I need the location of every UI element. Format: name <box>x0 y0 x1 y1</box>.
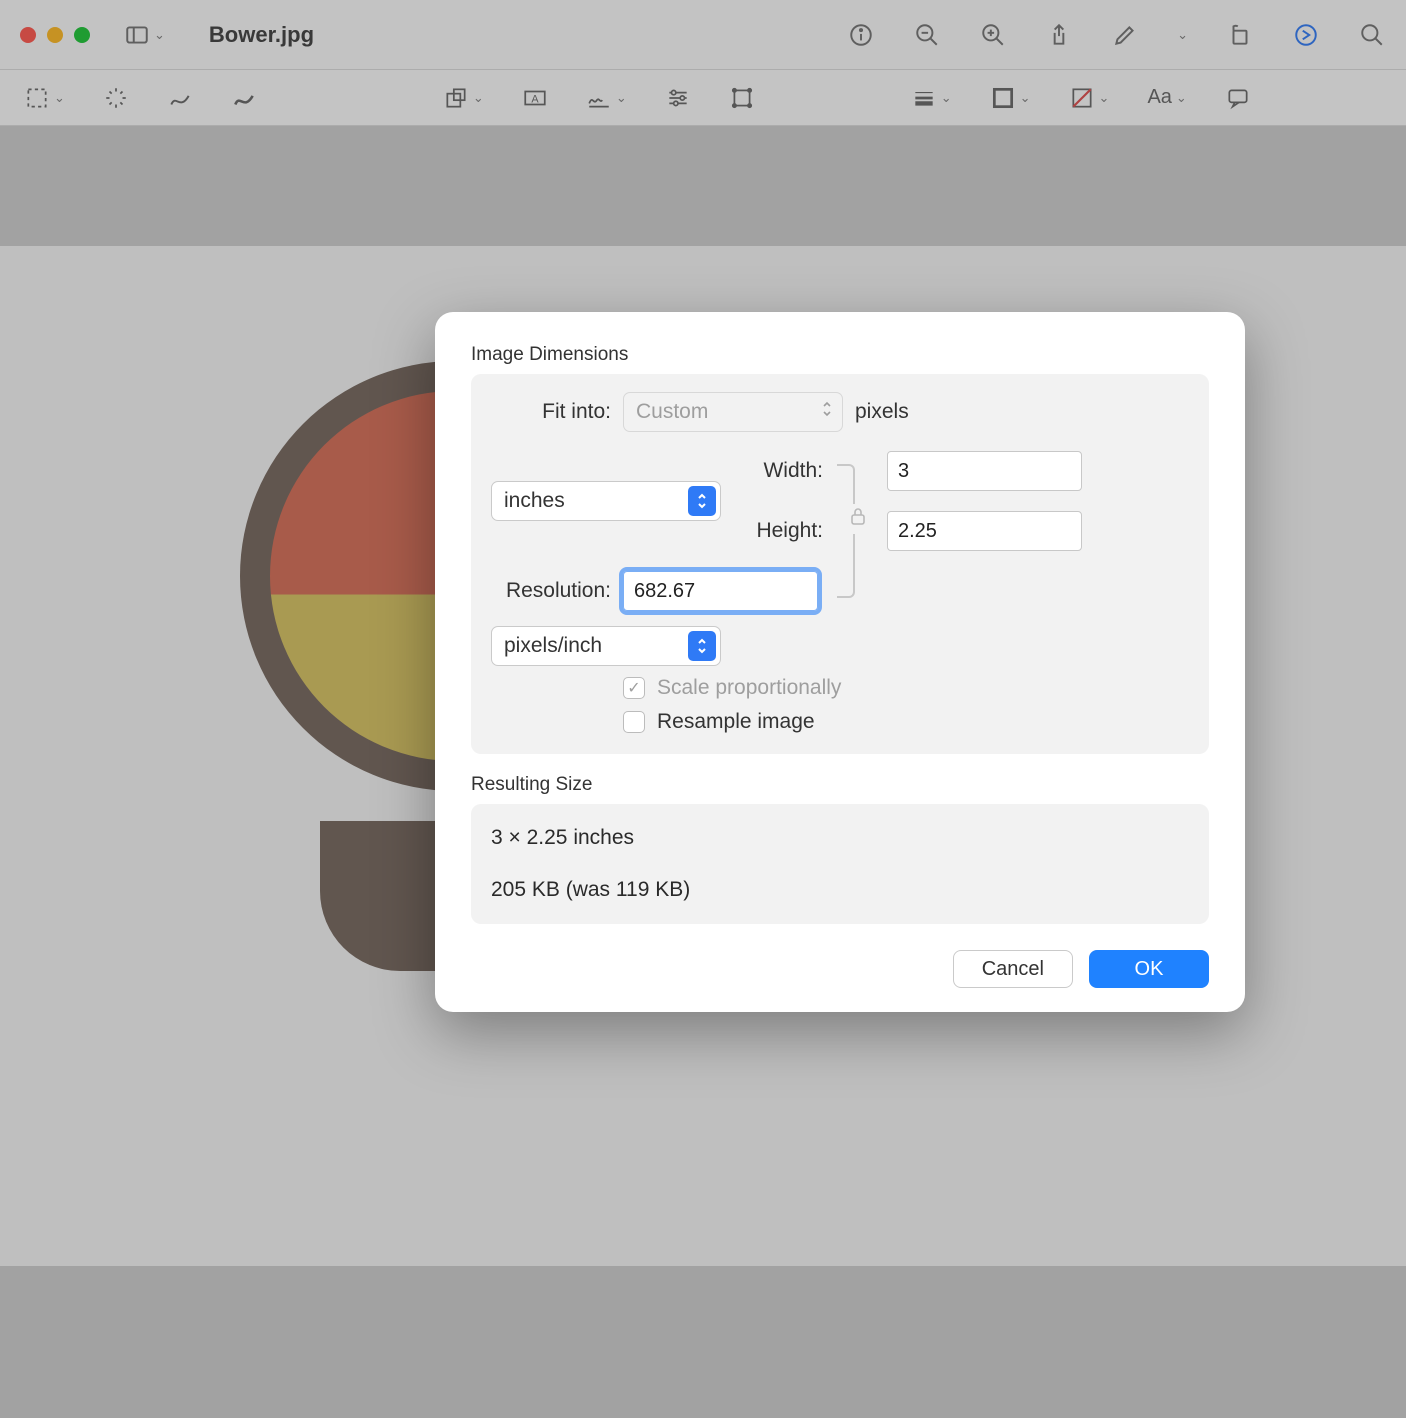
scale-proportionally-row: Scale proportionally <box>623 676 1137 700</box>
zoom-in-icon[interactable] <box>979 21 1007 49</box>
rotate-icon[interactable] <box>1226 21 1254 49</box>
shapes-icon[interactable]: ⌄ <box>443 85 484 111</box>
highlight-circle-icon[interactable] <box>1292 21 1320 49</box>
fit-into-label: Fit into: <box>491 400 611 424</box>
sketch-icon[interactable] <box>167 85 193 111</box>
ok-button[interactable]: OK <box>1089 950 1209 988</box>
resolution-input[interactable] <box>623 571 818 611</box>
resolution-label: Resolution: <box>491 579 611 603</box>
updown-icon <box>820 400 834 424</box>
sliders-icon[interactable] <box>665 85 691 111</box>
resample-image-label: Resample image <box>657 710 815 734</box>
info-icon[interactable] <box>847 21 875 49</box>
draw-icon[interactable] <box>231 85 257 111</box>
scale-proportionally-label: Scale proportionally <box>657 676 841 700</box>
search-icon[interactable] <box>1358 21 1386 49</box>
maximize-window-button[interactable] <box>74 27 90 43</box>
selection-tool[interactable]: ⌄ <box>24 85 65 111</box>
resample-image-checkbox[interactable] <box>623 711 645 733</box>
font-style-icon[interactable]: Aa⌄ <box>1147 86 1186 109</box>
resolution-unit-select[interactable]: pixels/inch <box>491 626 721 666</box>
svg-text:A: A <box>531 93 539 105</box>
dimensions-panel: Fit into: Custom pixels Width: inches <box>471 374 1209 754</box>
result-panel: 3 × 2.25 inches 205 KB (was 119 KB) <box>471 804 1209 924</box>
speech-bubble-icon[interactable] <box>1225 85 1251 111</box>
scale-proportionally-checkbox <box>623 677 645 699</box>
height-input[interactable] <box>887 511 1082 551</box>
sidebar-toggle-button[interactable]: ⌄ <box>124 22 165 48</box>
document-title: Bower.jpg <box>209 22 314 48</box>
format-toolbar: ⌄ ⌄ A ⌄ ⌄ ⌄ ⌄ Aa⌄ <box>0 70 1406 126</box>
fit-into-unit: pixels <box>855 400 909 424</box>
line-thickness-icon[interactable]: ⌄ <box>911 85 952 111</box>
updown-icon <box>688 631 716 661</box>
fit-into-value: Custom <box>636 400 708 424</box>
section-result-label: Resulting Size <box>471 774 1209 796</box>
minimize-window-button[interactable] <box>47 27 63 43</box>
lock-icon <box>849 504 867 534</box>
resample-image-row[interactable]: Resample image <box>623 710 1137 734</box>
result-dimensions: 3 × 2.25 inches <box>491 826 1189 850</box>
width-label: Width: <box>623 459 823 483</box>
cancel-button[interactable]: Cancel <box>953 950 1073 988</box>
updown-icon <box>688 486 716 516</box>
crop-icon[interactable] <box>729 85 755 111</box>
adjust-size-dialog: Image Dimensions Fit into: Custom pixels… <box>435 312 1245 1012</box>
stroke-color-icon[interactable]: ⌄ <box>990 85 1031 111</box>
size-unit-value: inches <box>504 489 565 513</box>
signature-icon[interactable]: ⌄ <box>586 85 627 111</box>
text-box-icon[interactable]: A <box>522 85 548 111</box>
magic-wand-icon[interactable] <box>103 85 129 111</box>
section-dimensions-label: Image Dimensions <box>471 344 1209 366</box>
size-unit-select[interactable]: inches <box>491 481 721 521</box>
zoom-out-icon[interactable] <box>913 21 941 49</box>
result-filesize: 205 KB (was 119 KB) <box>491 878 1189 902</box>
width-input[interactable] <box>887 451 1082 491</box>
pencil-icon[interactable] <box>1111 21 1139 49</box>
height-label: Height: <box>623 519 823 543</box>
aspect-lock[interactable] <box>835 446 875 616</box>
share-icon[interactable] <box>1045 21 1073 49</box>
chevron-down-icon[interactable]: ⌄ <box>1177 27 1188 43</box>
window-titlebar: ⌄ Bower.jpg ⌄ <box>0 0 1406 70</box>
resolution-unit-value: pixels/inch <box>504 634 602 658</box>
fill-color-icon[interactable]: ⌄ <box>1069 85 1110 111</box>
fit-into-select[interactable]: Custom <box>623 392 843 432</box>
window-controls <box>20 27 90 43</box>
chevron-down-icon: ⌄ <box>154 27 165 43</box>
close-window-button[interactable] <box>20 27 36 43</box>
